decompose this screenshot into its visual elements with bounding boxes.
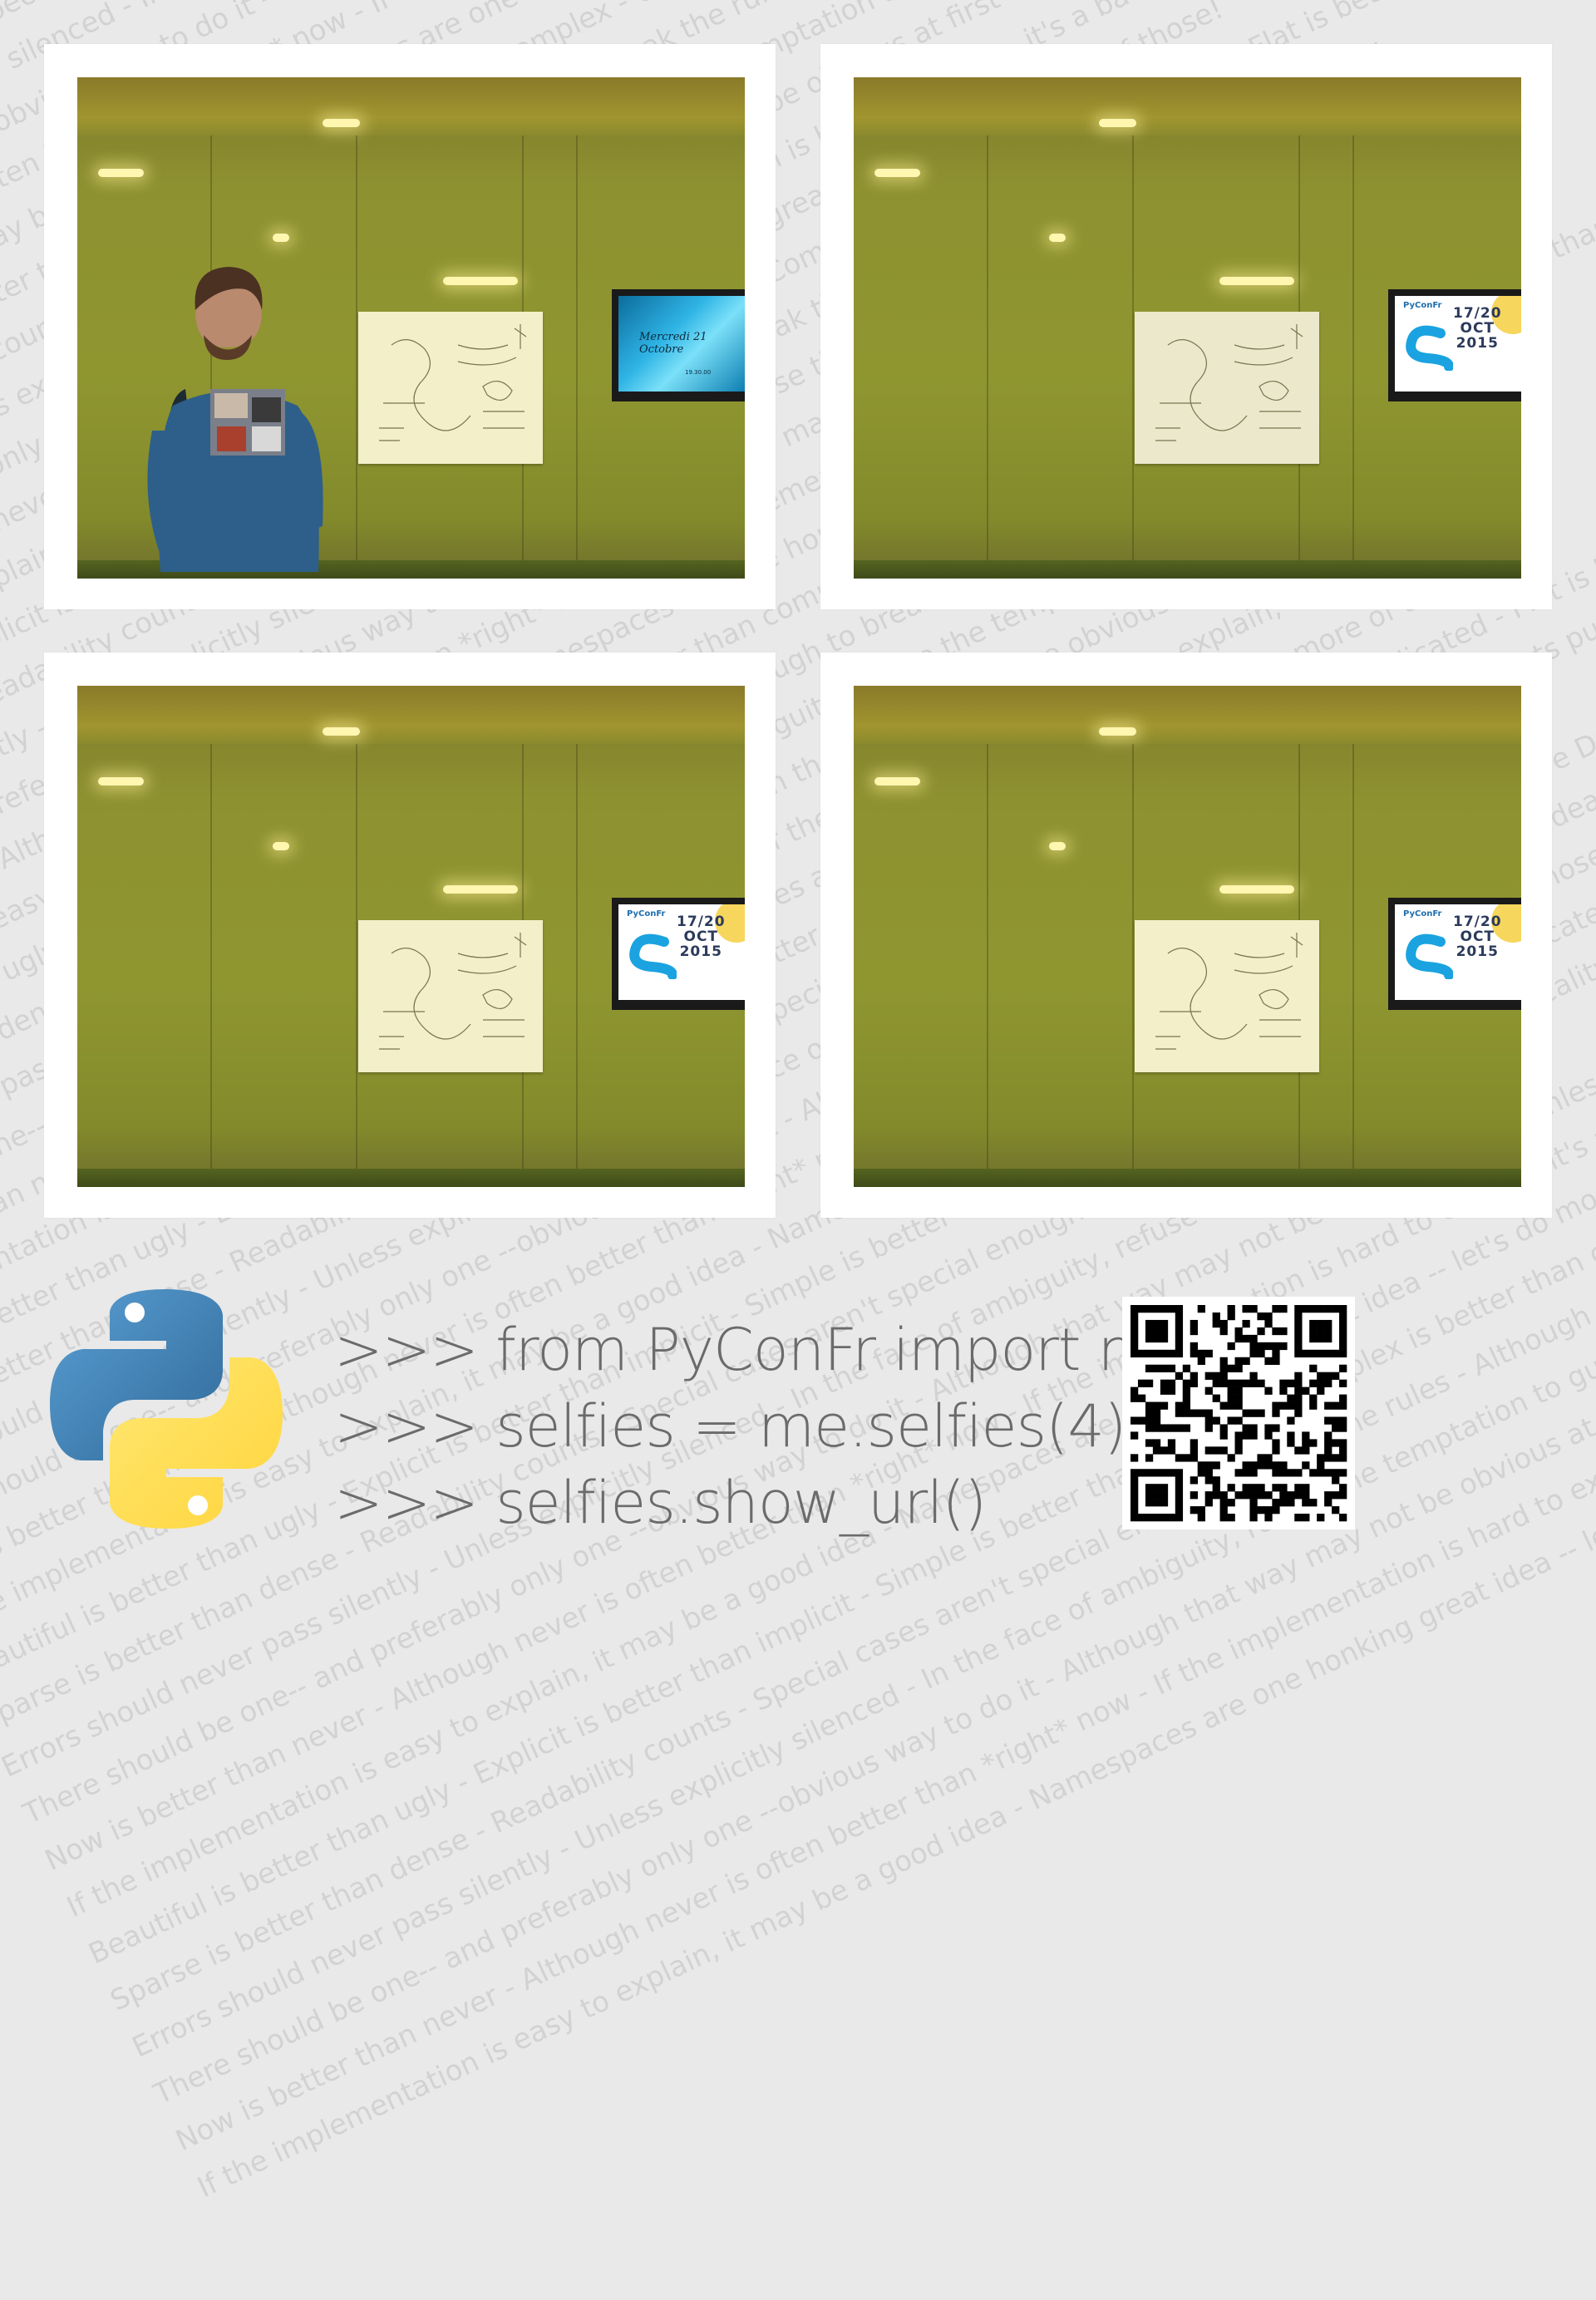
light [1219, 885, 1294, 894]
display-screen: PyConFr 17/20 OCT 2015 [1388, 898, 1521, 1010]
qr-code-icon [1130, 1305, 1347, 1522]
date-month: OCT [683, 928, 719, 945]
selfie-frame-4: PyConFr 17/20 OCT 2015 [820, 653, 1552, 1218]
selfie-photo-1: Mercredi 21 Octobre 19.30.00 [77, 77, 745, 579]
light [443, 277, 518, 285]
ceiling [854, 77, 1521, 135]
light [1099, 727, 1136, 736]
display-screen: Mercredi 21 Octobre 19.30.00 [612, 289, 745, 401]
code-line-1: >>> from PyConFr import me [334, 1316, 1190, 1384]
qr-code[interactable] [1122, 1297, 1355, 1529]
display-screen: PyConFr 17/20 OCT 2015 [1388, 289, 1521, 401]
drawing-poster [1135, 312, 1319, 464]
pyconfr-logo-text: PyConFr [627, 909, 666, 919]
floor [77, 1169, 745, 1187]
glass-seam [987, 135, 988, 579]
glass-seam [1352, 744, 1354, 1187]
python-logo-icon [50, 1289, 283, 1529]
screen-date-text: Mercredi 21 Octobre [639, 331, 707, 356]
date-year: 2015 [1456, 335, 1499, 352]
date-year: 2015 [1456, 943, 1499, 960]
glass-seam [356, 135, 357, 579]
glass-seam [1132, 744, 1134, 1187]
code-line-3: >>> selfies.show_url() [334, 1469, 987, 1537]
screen-dates: 17/20 OCT 2015 [1453, 306, 1502, 351]
screen-dates: 17/20 OCT 2015 [677, 914, 726, 959]
light [323, 119, 360, 127]
date-month: OCT [1460, 320, 1495, 337]
drawing-poster [358, 312, 543, 464]
light [1099, 119, 1136, 127]
selfie-frame-1: Mercredi 21 Octobre 19.30.00 [44, 44, 776, 609]
selfie-frame-2: PyConFr 17/20 OCT 2015 [820, 44, 1552, 609]
date-range: 17/20 [677, 914, 726, 930]
light [874, 169, 920, 177]
code-line-2: >>> selfies = me.selfies(4) [334, 1392, 1126, 1460]
snake-icon [1406, 325, 1453, 371]
glass-seam [1352, 135, 1354, 579]
selfie-frame-3: PyConFr 17/20 OCT 2015 [44, 653, 776, 1218]
floor [854, 1169, 1521, 1187]
light [443, 885, 518, 894]
glass-seam [576, 135, 578, 579]
light [273, 234, 289, 242]
drawing-poster [358, 920, 543, 1072]
light [323, 727, 360, 736]
glass-seam [1132, 135, 1134, 579]
light [874, 777, 920, 786]
glass-seam [356, 744, 357, 1187]
ceiling [77, 686, 745, 744]
glass-seam [987, 744, 988, 1187]
light [98, 777, 144, 786]
light [273, 842, 289, 850]
light [1219, 277, 1294, 285]
glass-seam [576, 744, 578, 1187]
display-screen: PyConFr 17/20 OCT 2015 [612, 898, 745, 1010]
snake-icon [1406, 933, 1453, 979]
floor [854, 560, 1521, 579]
light [1049, 234, 1066, 242]
date-month: OCT [1460, 928, 1495, 945]
date-range: 17/20 [1453, 914, 1502, 930]
drawing-poster [1135, 920, 1319, 1072]
light [98, 169, 144, 177]
ceiling [77, 77, 745, 135]
date-range: 17/20 [1453, 305, 1502, 322]
person [147, 267, 323, 572]
selfie-photo-2: PyConFr 17/20 OCT 2015 [854, 77, 1521, 579]
light [1049, 842, 1066, 850]
pyconfr-logo-text: PyConFr [1403, 301, 1442, 310]
pyconfr-logo-text: PyConFr [1403, 909, 1442, 919]
snake-icon [629, 933, 677, 979]
date-year: 2015 [679, 943, 722, 960]
glass-seam [210, 744, 212, 1187]
ceiling [854, 686, 1521, 744]
code-snippet: >>> from PyConFr import me >>> selfies =… [334, 1312, 1190, 1541]
screen-dates: 17/20 OCT 2015 [1453, 914, 1502, 959]
screen-time-text: 19.30.00 [685, 369, 712, 376]
selfie-photo-3: PyConFr 17/20 OCT 2015 [77, 686, 745, 1187]
selfie-photo-4: PyConFr 17/20 OCT 2015 [854, 686, 1521, 1187]
